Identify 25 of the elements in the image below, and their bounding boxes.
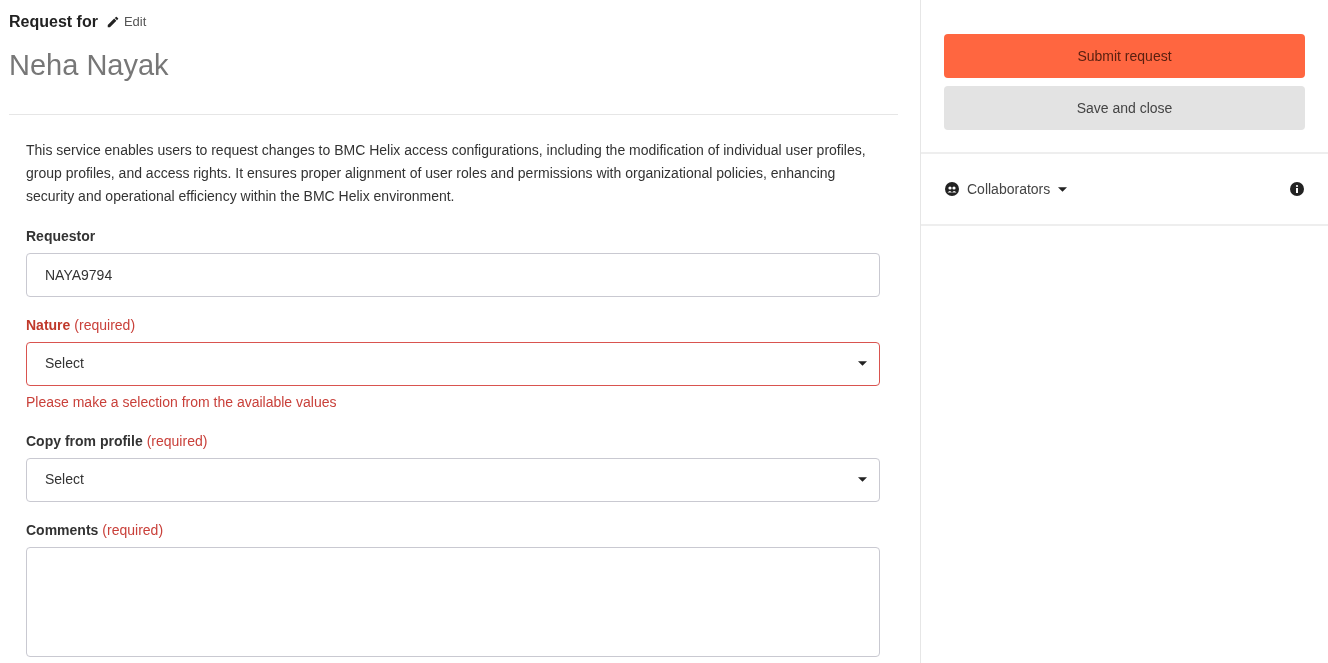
people-icon xyxy=(945,182,959,196)
service-description: This service enables users to request changes to BMC Helix access configurations, including the modification of individual user profiles, group profiles, and access rights. It ensures proper alignment of user roles and permissions with organizational policies, enhancing security and operational efficiency within the BMC Helix environment. xyxy=(26,140,867,206)
edit-link[interactable]: Edit xyxy=(105,12,147,32)
required-note: (required) xyxy=(102,520,164,540)
comments-field[interactable] xyxy=(26,546,880,657)
caret-icon xyxy=(1058,186,1068,192)
field-label: Nature xyxy=(26,315,71,335)
field-label: Copy from profile xyxy=(26,431,143,451)
submit-button[interactable]: Submit request xyxy=(944,34,1305,78)
info-icon[interactable] xyxy=(1290,182,1304,196)
field-label: Comments xyxy=(26,520,99,540)
collaborators-dropdown[interactable]: Collaborators xyxy=(945,178,1068,200)
caret-icon xyxy=(858,477,867,482)
error-message: Please make a selection from the available values xyxy=(26,392,338,412)
requestor-field[interactable]: NAYA9794 xyxy=(26,252,880,297)
required-note: (required) xyxy=(74,315,136,335)
select-dropdown[interactable]: Select xyxy=(26,457,880,502)
save-button[interactable]: Save and close xyxy=(944,86,1305,130)
request-for-label: Request for xyxy=(9,12,98,32)
field-label: Requestor xyxy=(26,226,96,246)
pencil-icon xyxy=(105,15,120,29)
caret-icon xyxy=(858,361,867,366)
requester-name: Neha Nayak xyxy=(9,48,170,83)
required-note: (required) xyxy=(146,431,208,451)
select-dropdown[interactable]: Select xyxy=(26,341,880,386)
